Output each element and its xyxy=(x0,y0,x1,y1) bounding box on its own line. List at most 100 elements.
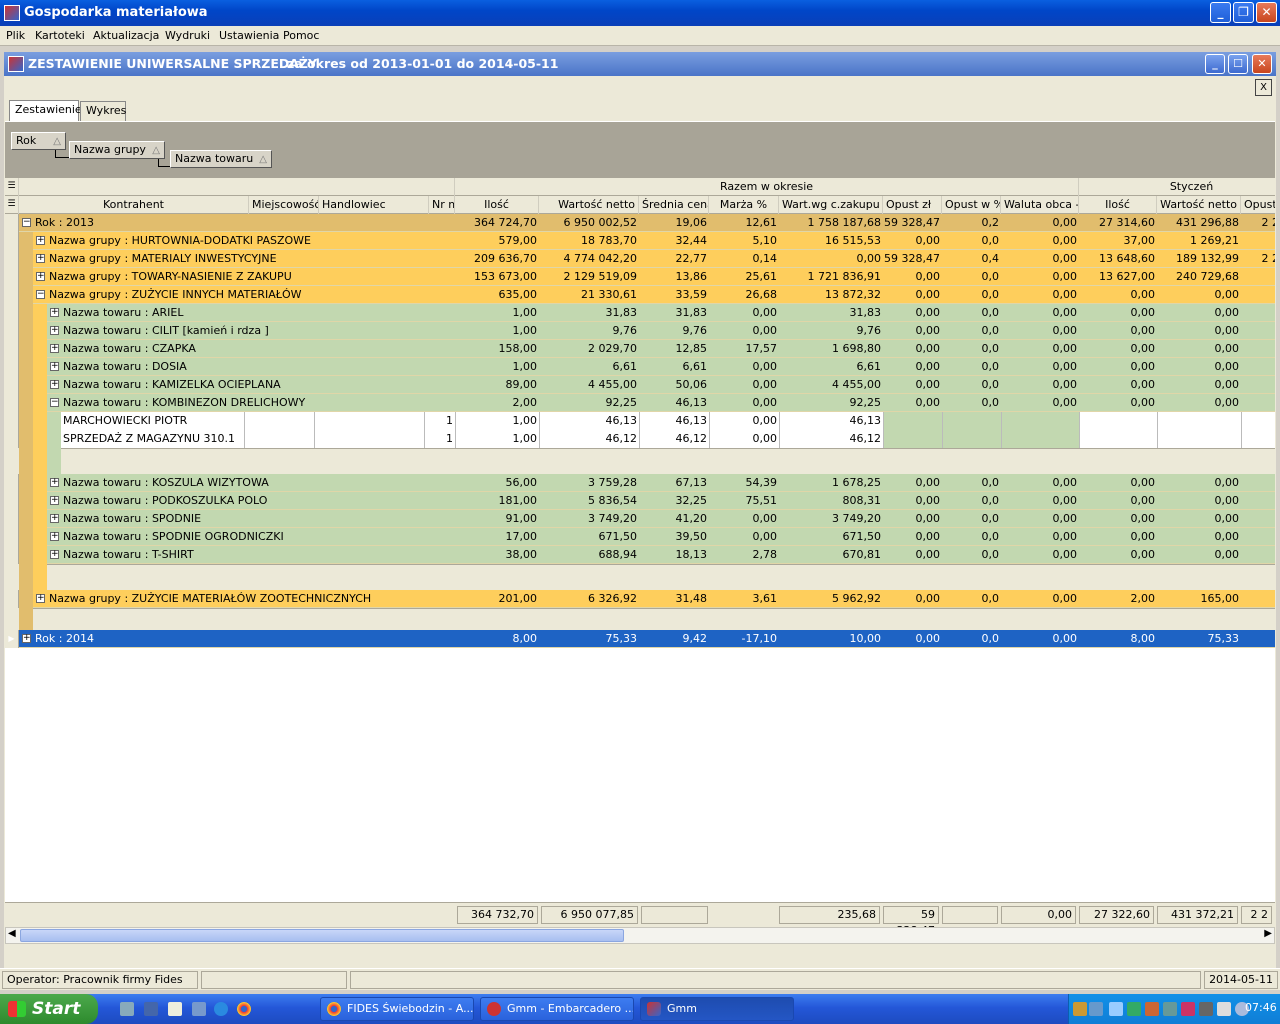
value-cell[interactable]: 59 328,47 xyxy=(883,250,942,268)
scroll-right-icon[interactable]: ▶ xyxy=(1264,928,1272,939)
value-cell[interactable]: 31,48 xyxy=(639,590,709,608)
item-row[interactable]: + Nazwa towaru : T-SHIRT 38,00 688,94 18,13 2… xyxy=(5,546,1275,564)
row-indicator[interactable] xyxy=(5,358,19,376)
column-header[interactable]: Waluta obca - r xyxy=(1001,196,1079,214)
value-cell[interactable]: 0,00 xyxy=(1157,546,1241,564)
row-indicator[interactable] xyxy=(5,232,19,250)
column-header[interactable]: Marża % xyxy=(709,196,779,214)
value-cell[interactable]: 21 330,61 xyxy=(539,286,639,304)
value-cell[interactable]: 0,00 xyxy=(1001,232,1079,250)
value-cell[interactable]: 0,00 xyxy=(1001,630,1079,648)
group-row[interactable]: + Nazwa grupy : MATERIALY INWESTYCYJNE 209… xyxy=(5,250,1275,268)
value-cell[interactable]: 0,00 xyxy=(709,358,779,376)
value-cell[interactable]: 46,12 xyxy=(639,430,709,448)
value-cell[interactable]: 0,00 xyxy=(1079,394,1157,412)
quicklaunch-save-icon[interactable] xyxy=(144,1002,158,1016)
value-cell[interactable]: 1,00 xyxy=(455,358,539,376)
value-cell[interactable]: 670,81 xyxy=(779,546,883,564)
value-cell[interactable]: 0,00 xyxy=(883,322,942,340)
value-cell[interactable]: 0,00 xyxy=(883,358,942,376)
menu-ustawienia[interactable]: Ustawienia xyxy=(219,29,279,42)
tab-wykres[interactable]: Wykres xyxy=(80,101,126,121)
value-cell[interactable]: 0,00 xyxy=(779,250,883,268)
quicklaunch-ie-icon[interactable] xyxy=(214,1002,228,1016)
year-row[interactable]: − Rok : 2013 364 724,70 6 950 002,52 19,06 12… xyxy=(5,214,1275,232)
tray-icon[interactable] xyxy=(1109,1002,1123,1016)
quicklaunch-explorer-icon[interactable] xyxy=(120,1002,134,1016)
item-row[interactable]: + Nazwa towaru : ARIEL 1,00 31,83 31,83 0,00 3… xyxy=(5,304,1275,322)
value-cell[interactable]: 0,0 xyxy=(942,286,1001,304)
value-cell[interactable]: 2 129 519,09 xyxy=(539,268,639,286)
detail-cell[interactable]: 1 xyxy=(424,412,455,430)
detail-row[interactable]: MARCHOWIECKI PIOTR 1 1,00 46,13 46,13 0,00 46,… xyxy=(5,412,1275,430)
value-cell[interactable]: 0,00 xyxy=(1157,492,1241,510)
value-cell[interactable]: 0,0 xyxy=(942,358,1001,376)
row-indicator[interactable] xyxy=(5,474,19,492)
value-cell[interactable]: 31,83 xyxy=(639,304,709,322)
value-cell[interactable]: 0,00 xyxy=(1079,376,1157,394)
quicklaunch-chrome-icon[interactable] xyxy=(237,1002,251,1016)
value-cell[interactable]: 671,50 xyxy=(779,528,883,546)
value-cell[interactable]: 1 269,21 xyxy=(1157,232,1241,250)
value-cell[interactable]: 0,0 xyxy=(942,322,1001,340)
value-cell[interactable]: 6,61 xyxy=(639,358,709,376)
item-row[interactable]: + Nazwa towaru : KAMIZELKA OCIEPLANA 89,00… xyxy=(5,376,1275,394)
row-indicator[interactable] xyxy=(5,430,19,448)
value-cell[interactable]: 0,00 xyxy=(1001,376,1079,394)
value-cell[interactable]: 158,00 xyxy=(455,340,539,358)
quicklaunch-notepad-icon[interactable] xyxy=(168,1002,182,1016)
value-cell[interactable]: 0,00 xyxy=(883,394,942,412)
value-cell[interactable]: 26,68 xyxy=(709,286,779,304)
value-cell[interactable]: 92,25 xyxy=(779,394,883,412)
column-header[interactable]: Średnia cena xyxy=(639,196,709,214)
row-indicator[interactable]: ▶ xyxy=(5,630,19,648)
value-cell[interactable]: 22,77 xyxy=(639,250,709,268)
tray-icon[interactable] xyxy=(1127,1002,1141,1016)
value-cell[interactable]: 0,00 xyxy=(1001,510,1079,528)
column-header[interactable]: Ilość xyxy=(455,196,539,214)
column-header[interactable]: Wartość netto xyxy=(1157,196,1241,214)
value-cell[interactable]: 32,44 xyxy=(639,232,709,250)
value-cell[interactable]: 0,00 xyxy=(709,510,779,528)
value-cell[interactable]: 240 729,68 xyxy=(1157,268,1241,286)
value-cell[interactable]: 31,83 xyxy=(779,304,883,322)
value-cell[interactable]: 13 872,32 xyxy=(779,286,883,304)
detail-cell[interactable] xyxy=(314,412,424,430)
value-cell[interactable]: 0,00 xyxy=(1001,590,1079,608)
value-cell[interactable]: 0,0 xyxy=(942,268,1001,286)
minimize-button[interactable]: _ xyxy=(1210,2,1231,23)
value-cell[interactable] xyxy=(1079,412,1157,430)
value-cell[interactable]: 688,94 xyxy=(539,546,639,564)
value-cell[interactable]: 0,0 xyxy=(942,630,1001,648)
value-cell[interactable] xyxy=(883,412,942,430)
detail-cell[interactable] xyxy=(314,430,424,448)
value-cell[interactable] xyxy=(1241,510,1275,528)
value-cell[interactable]: -17,10 xyxy=(709,630,779,648)
value-cell[interactable]: 9,42 xyxy=(639,630,709,648)
value-cell[interactable]: 0,00 xyxy=(883,232,942,250)
value-cell[interactable]: 2,78 xyxy=(709,546,779,564)
item-row[interactable]: + Nazwa towaru : SPODNIE OGRODNICZKI 17,00… xyxy=(5,528,1275,546)
tab-zestawienie[interactable]: Zestawienie xyxy=(9,100,82,121)
horizontal-scrollbar[interactable]: ◀ ▶ xyxy=(5,927,1275,944)
value-cell[interactable]: 0,00 xyxy=(1157,286,1241,304)
value-cell[interactable]: 0,0 xyxy=(942,304,1001,322)
value-cell[interactable]: 0,00 xyxy=(883,286,942,304)
tray-icon[interactable] xyxy=(1163,1002,1177,1016)
value-cell[interactable]: 1,00 xyxy=(455,322,539,340)
value-cell[interactable]: 41,20 xyxy=(639,510,709,528)
child-minimize-button[interactable]: _ xyxy=(1205,54,1225,74)
expand-icon[interactable]: + xyxy=(36,272,45,281)
start-button[interactable]: Start xyxy=(0,994,98,1024)
panel-close-button[interactable]: X xyxy=(1255,79,1272,96)
item-row[interactable]: + Nazwa towaru : CILIT [kamień i rdza ] 1,… xyxy=(5,322,1275,340)
column-chooser-icon[interactable]: ☰ xyxy=(5,178,19,196)
value-cell[interactable] xyxy=(1241,474,1275,492)
value-cell[interactable]: 12,61 xyxy=(709,214,779,232)
column-header[interactable]: Miejscowość xyxy=(249,196,319,214)
item-row[interactable]: − Nazwa towaru : KOMBINEZON DRELICHOWY 2,0… xyxy=(5,394,1275,412)
value-cell[interactable] xyxy=(1241,590,1275,608)
child-maximize-button[interactable]: ☐ xyxy=(1228,54,1248,74)
value-cell[interactable]: 1,00 xyxy=(455,304,539,322)
value-cell[interactable]: 0,00 xyxy=(1079,340,1157,358)
